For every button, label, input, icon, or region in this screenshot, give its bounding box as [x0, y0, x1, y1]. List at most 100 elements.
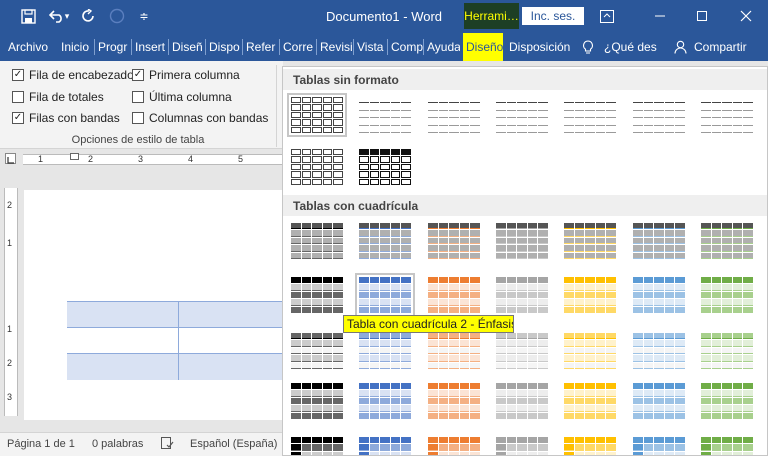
table-row[interactable]: [67, 354, 283, 380]
table-style-thumbnail[interactable]: [492, 273, 552, 317]
table-style-thumbnail[interactable]: [560, 219, 620, 263]
tab-diseno-documento[interactable]: Diseñ: [169, 33, 205, 61]
checkbox-total-row[interactable]: [12, 91, 24, 103]
horizontal-ruler[interactable]: 1 2 3 4 5: [0, 150, 283, 168]
table-style-thumbnail[interactable]: [697, 273, 757, 317]
table-style-thumbnail[interactable]: [560, 433, 620, 455]
checkbox-last-column[interactable]: [132, 91, 144, 103]
table-style-thumbnail[interactable]: [355, 379, 415, 423]
language[interactable]: Español (España): [190, 438, 277, 450]
user-icon[interactable]: [674, 33, 690, 61]
checkbox-first-column[interactable]: ✓: [132, 69, 144, 81]
table-style-thumbnail[interactable]: [355, 433, 415, 455]
tab-programador[interactable]: Progr: [95, 33, 131, 61]
document-page[interactable]: [24, 190, 283, 420]
table-style-thumbnail[interactable]: [287, 145, 347, 189]
table-style-thumbnail[interactable]: [287, 219, 347, 263]
table-style-thumbnail[interactable]: [629, 433, 689, 455]
table-style-thumbnail[interactable]: [560, 93, 620, 137]
touch-mode-icon[interactable]: [107, 6, 127, 26]
table-style-thumbnail[interactable]: [287, 273, 347, 317]
table-style-thumbnail[interactable]: [424, 273, 484, 317]
table-style-thumbnail[interactable]: [560, 273, 620, 317]
preview-cell: [438, 412, 449, 419]
tab-diseno-tabla[interactable]: Diseño: [463, 33, 503, 61]
vertical-ruler[interactable]: 2 1 1 2 3: [4, 188, 18, 416]
option-banded-columns[interactable]: Columnas con bandas: [132, 110, 268, 126]
table-style-thumbnail[interactable]: [492, 219, 552, 263]
table-style-thumbnail[interactable]: [560, 379, 620, 423]
tab-ayuda[interactable]: Ayuda: [424, 33, 460, 61]
tab-revisar[interactable]: Revisi: [317, 33, 353, 61]
table-style-thumbnail[interactable]: [287, 329, 347, 373]
table-style-thumbnail[interactable]: [424, 433, 484, 455]
table-style-thumbnail[interactable]: [355, 329, 415, 373]
tab-complementos[interactable]: Comp: [388, 33, 423, 61]
table-style-thumbnail[interactable]: [424, 219, 484, 263]
minimize-icon[interactable]: [650, 6, 670, 26]
option-header-row[interactable]: ✓ Fila de encabezado: [12, 67, 134, 83]
table-style-thumbnail[interactable]: [697, 93, 757, 137]
table-style-thumbnail[interactable]: [287, 379, 347, 423]
table-style-thumbnail[interactable]: [355, 219, 415, 263]
document-table[interactable]: [67, 301, 283, 380]
table-style-thumbnail[interactable]: [355, 145, 415, 189]
table-style-thumbnail[interactable]: [629, 329, 689, 373]
table-style-thumbnail[interactable]: [560, 329, 620, 373]
table-row[interactable]: [67, 328, 283, 354]
share-button[interactable]: Compartir: [691, 33, 768, 61]
tab-correspondencia[interactable]: Corre: [280, 33, 316, 61]
proofing-icon[interactable]: [160, 436, 174, 450]
maximize-icon[interactable]: [692, 6, 712, 26]
redo-icon[interactable]: [78, 6, 98, 26]
close-icon[interactable]: [736, 6, 756, 26]
table-style-thumbnail[interactable]: [697, 219, 757, 263]
table-style-thumbnail[interactable]: [424, 379, 484, 423]
tab-vista[interactable]: Vista: [354, 33, 387, 61]
checkbox-banded-rows[interactable]: ✓: [12, 112, 24, 124]
ribbon-display-options-icon[interactable]: [597, 6, 617, 26]
save-icon[interactable]: [18, 6, 38, 26]
table-style-thumbnail[interactable]: [492, 379, 552, 423]
table-styles-gallery[interactable]: Tablas sin formato Tablas con cuadrícula: [282, 66, 768, 456]
table-row[interactable]: [67, 302, 283, 328]
table-style-thumbnail[interactable]: [629, 93, 689, 137]
table-style-thumbnail[interactable]: [492, 93, 552, 137]
checkbox-header-row[interactable]: ✓: [12, 69, 24, 81]
tab-inicio[interactable]: Inicio: [58, 33, 91, 61]
option-banded-rows[interactable]: ✓ Filas con bandas: [12, 110, 120, 126]
tab-insertar[interactable]: Insert: [132, 33, 168, 61]
table-style-thumbnail[interactable]: [629, 219, 689, 263]
table-style-thumbnail[interactable]: [492, 433, 552, 455]
table-style-thumbnail[interactable]: [697, 433, 757, 455]
table-style-thumbnail[interactable]: [697, 329, 757, 373]
tab-referencias[interactable]: Refer: [243, 33, 279, 61]
sign-in-button[interactable]: Inc. ses.: [522, 7, 584, 25]
tab-disposicion-pagina[interactable]: Dispo: [206, 33, 242, 61]
tab-disposicion-tabla[interactable]: Disposición: [506, 33, 572, 61]
table-style-thumbnail[interactable]: [629, 273, 689, 317]
preview-cell: [606, 333, 616, 340]
table-style-thumbnail[interactable]: [287, 93, 347, 137]
table-style-thumbnail[interactable]: [492, 329, 552, 373]
option-last-column[interactable]: Última columna: [132, 89, 232, 105]
undo-dropdown-icon[interactable]: ▾: [62, 6, 72, 26]
first-line-indent-marker[interactable]: [70, 153, 79, 160]
table-style-thumbnail[interactable]: [629, 379, 689, 423]
tab-selector-icon[interactable]: [5, 153, 16, 164]
table-style-thumbnail[interactable]: [355, 273, 415, 317]
checkbox-banded-columns[interactable]: [132, 112, 144, 124]
table-style-thumbnail[interactable]: [424, 93, 484, 137]
page-count[interactable]: Página 1 de 1: [7, 438, 75, 450]
table-style-thumbnail[interactable]: [355, 93, 415, 137]
table-style-thumbnail[interactable]: [287, 433, 347, 455]
tell-me-search[interactable]: ¿Qué des: [601, 33, 661, 61]
customize-qat-icon[interactable]: ≑: [134, 6, 154, 26]
option-total-row[interactable]: Fila de totales: [12, 89, 104, 105]
lightbulb-icon[interactable]: [582, 33, 598, 61]
tab-archivo[interactable]: Archivo: [5, 33, 55, 61]
word-count[interactable]: 0 palabras: [92, 438, 143, 450]
table-style-thumbnail[interactable]: [697, 379, 757, 423]
option-first-column[interactable]: ✓ Primera columna: [132, 67, 240, 83]
table-style-thumbnail[interactable]: [424, 329, 484, 373]
